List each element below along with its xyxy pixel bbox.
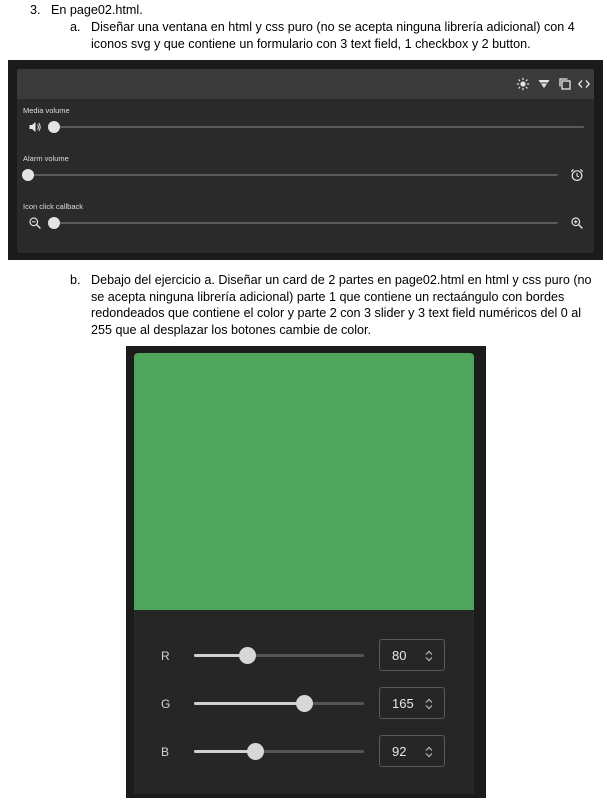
row-label-alarm-volume: Alarm volume — [23, 154, 69, 163]
spinner-icon[interactable] — [424, 697, 434, 711]
item-3-text: En page02.html. — [51, 3, 143, 17]
slider-r-thumb[interactable] — [239, 647, 256, 664]
item-a-text: Diseñar una ventana en html y css puro (… — [91, 20, 575, 51]
window-mockup: Media volume Alarm volume Icon click cal… — [8, 60, 603, 260]
list-marker-a: a. — [70, 20, 81, 34]
code-icon[interactable] — [577, 77, 591, 91]
media-volume-track[interactable] — [54, 126, 584, 128]
color-card: R 80 G 165 B 92 — [126, 346, 486, 798]
slider-b-track[interactable] — [194, 750, 364, 753]
alarm-volume-track[interactable] — [28, 174, 558, 176]
color-preview — [134, 353, 474, 610]
channel-label-g: G — [161, 697, 171, 711]
window: Media volume Alarm volume Icon click cal… — [17, 69, 594, 253]
slider-g-fill — [194, 702, 305, 705]
brightness-icon[interactable] — [516, 77, 530, 91]
spinner-icon[interactable] — [424, 745, 434, 759]
b-number-field[interactable]: 92 — [379, 735, 445, 767]
slider-g-thumb[interactable] — [296, 695, 313, 712]
alarm-volume-thumb[interactable] — [22, 169, 34, 181]
slider-r-track[interactable] — [194, 654, 364, 657]
b-value: 92 — [392, 744, 407, 759]
alarm-clock-icon — [570, 168, 584, 182]
rgb-controls: R 80 G 165 B 92 — [134, 610, 474, 794]
item-b-text: Debajo del ejercicio a. Diseñar un card … — [91, 273, 592, 337]
channel-label-r: R — [161, 649, 170, 663]
g-number-field[interactable]: 165 — [379, 687, 445, 719]
list-marker-b: b. — [70, 273, 81, 287]
icon-click-thumb[interactable] — [48, 217, 60, 229]
row-label-media-volume: Media volume — [23, 106, 70, 115]
r-value: 80 — [392, 648, 407, 663]
list-marker-3: 3. — [30, 3, 41, 17]
g-value: 165 — [392, 696, 414, 711]
media-volume-thumb[interactable] — [48, 121, 60, 133]
r-number-field[interactable]: 80 — [379, 639, 445, 671]
zoom-out-icon[interactable] — [28, 216, 42, 230]
icon-click-track[interactable] — [54, 222, 558, 224]
slider-g-track[interactable] — [194, 702, 364, 705]
download-icon[interactable] — [537, 77, 551, 91]
zoom-in-icon[interactable] — [570, 216, 584, 230]
window-toolbar — [17, 69, 594, 99]
row-label-icon-click: Icon click callback — [23, 202, 84, 211]
spinner-icon[interactable] — [424, 649, 434, 663]
volume-icon — [28, 120, 42, 134]
channel-label-b: B — [161, 745, 170, 759]
slider-b-thumb[interactable] — [247, 743, 264, 760]
copy-icon[interactable] — [558, 77, 572, 91]
